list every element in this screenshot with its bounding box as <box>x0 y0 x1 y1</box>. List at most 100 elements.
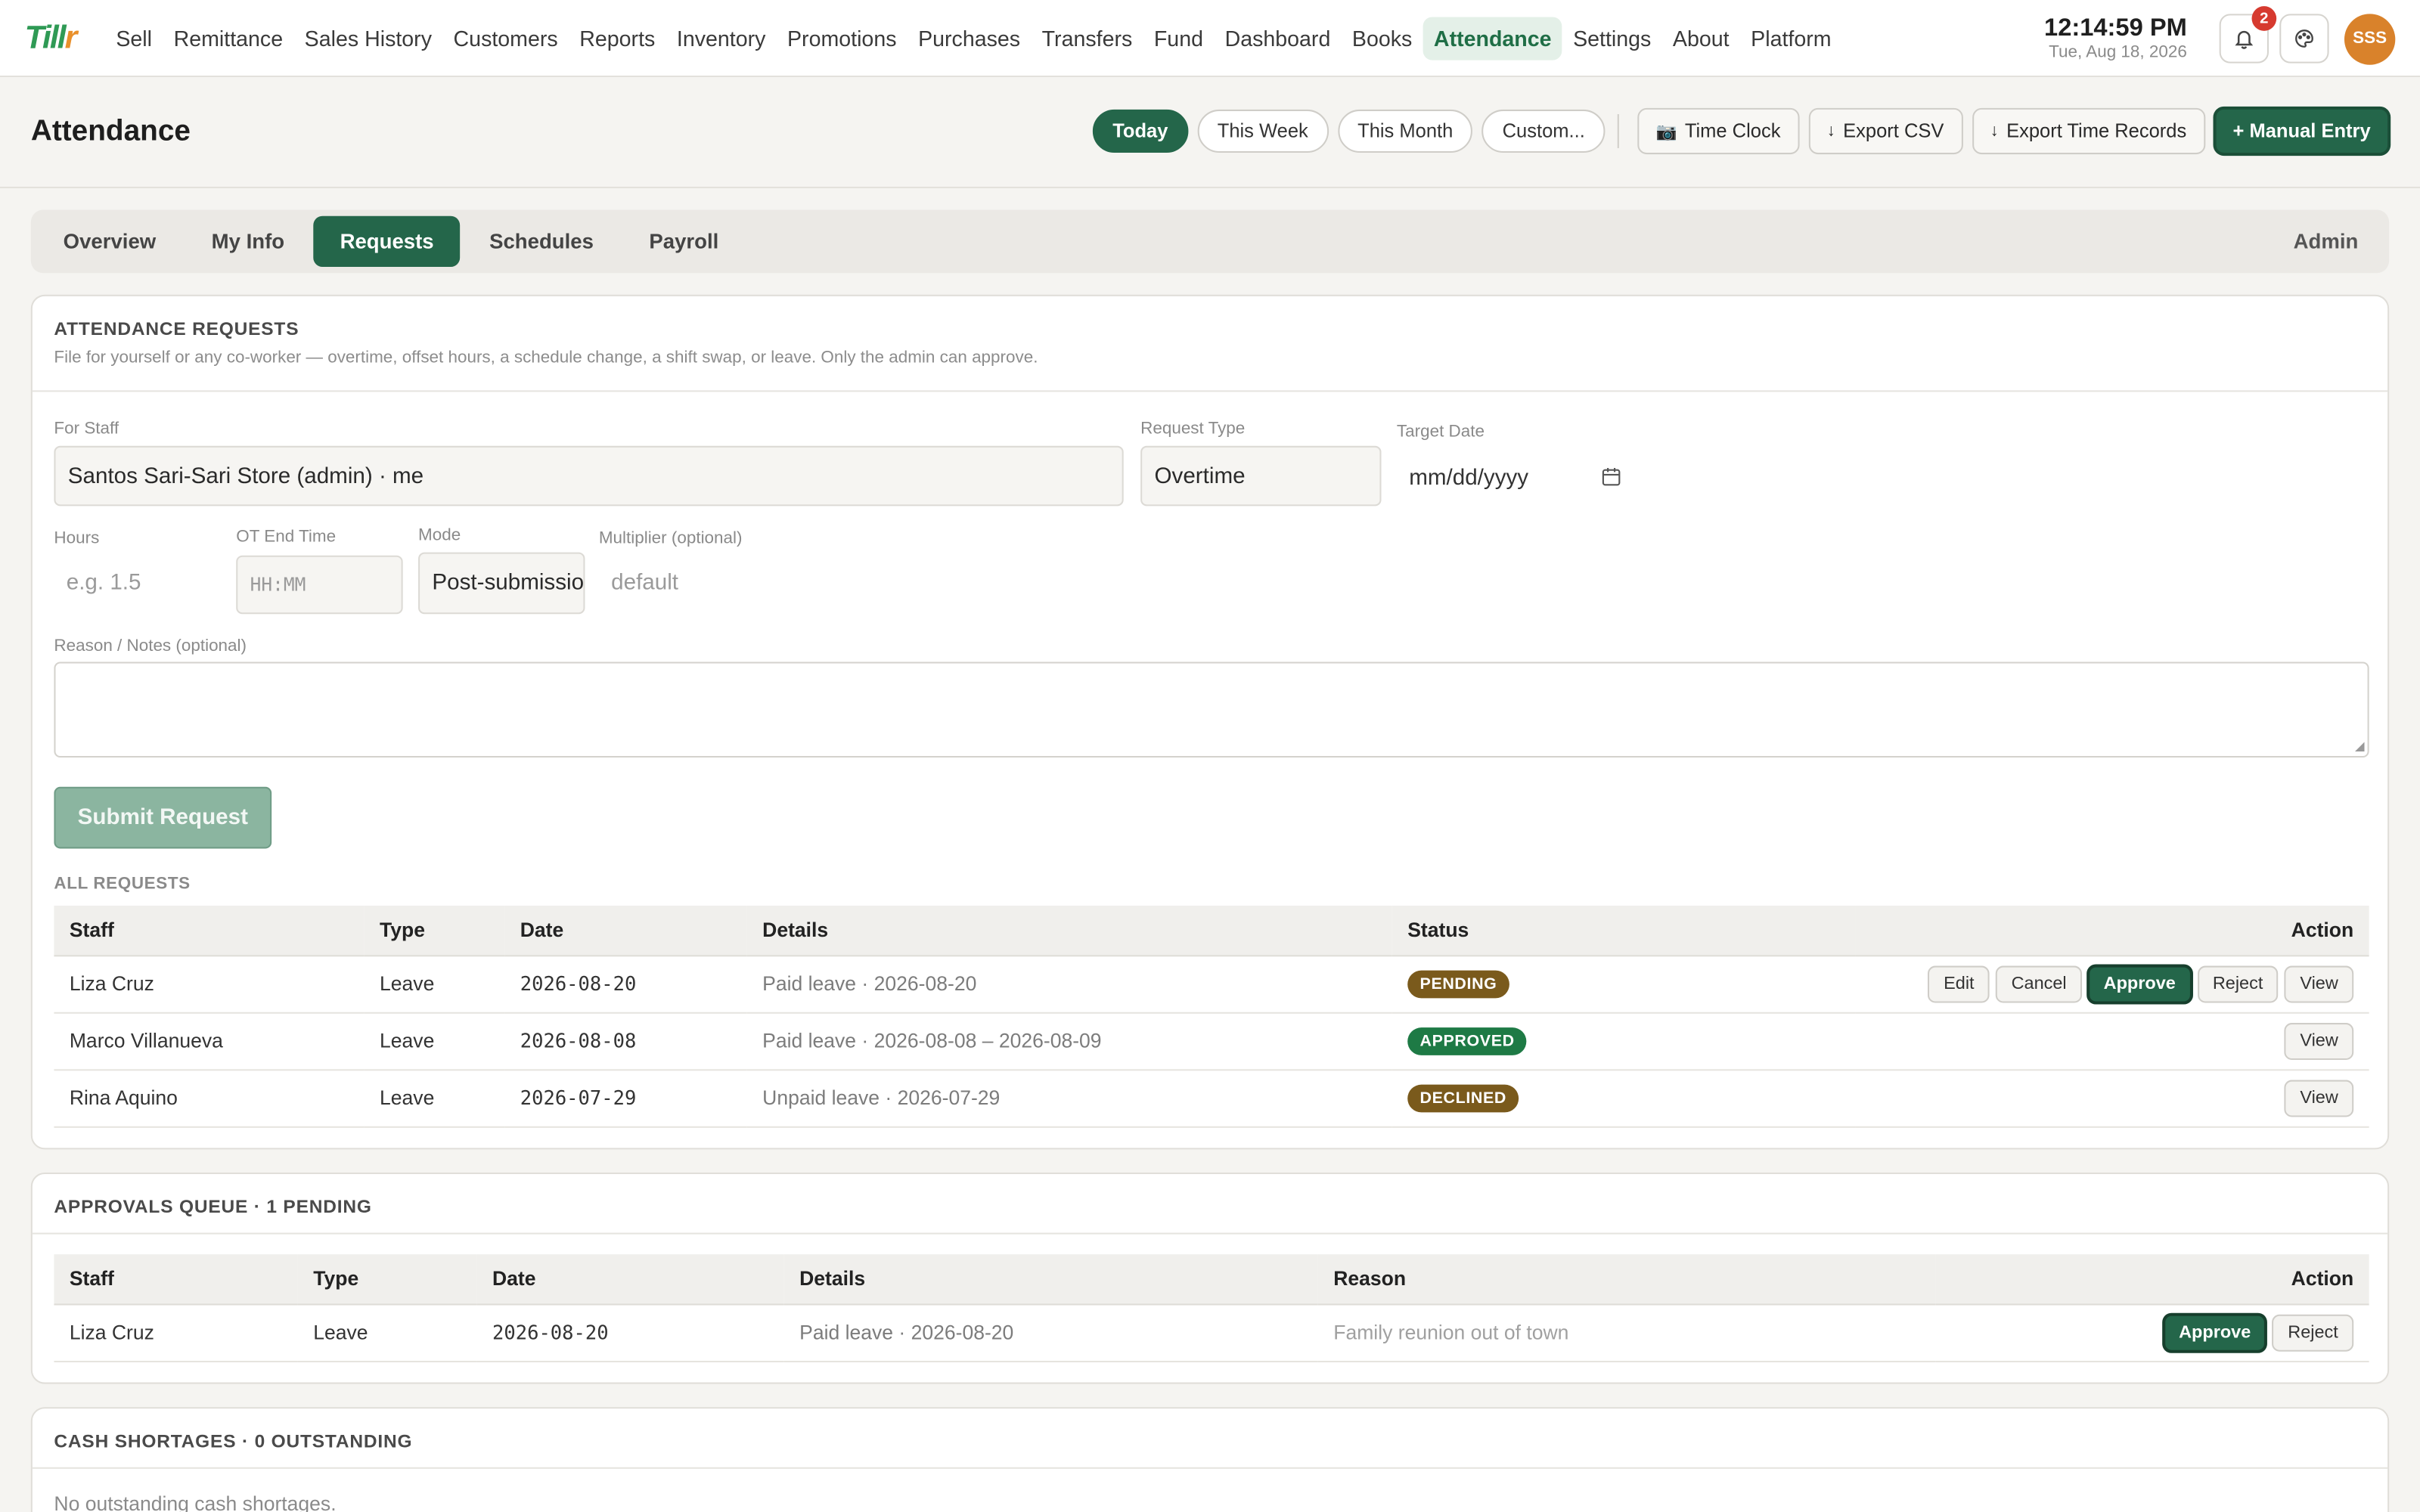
time-clock-button[interactable]: 📷 Time Clock <box>1637 107 1799 155</box>
range-custom[interactable]: Custom... <box>1482 109 1606 153</box>
table-row: Liza Cruz Leave 2026-08-20 Paid leave · … <box>54 1303 2369 1362</box>
nav-item-books[interactable]: Books <box>1342 16 1423 59</box>
notifications-button[interactable]: 2 <box>2219 6 2277 64</box>
approvals-queue-card: APPROVALS QUEUE · 1 PENDING Staff Type D… <box>30 1173 2390 1384</box>
column-header-date: Date <box>476 1254 784 1305</box>
approve-button[interactable]: Approve <box>2088 965 2192 1002</box>
cell-details: Paid leave · 2026-08-20 <box>783 1303 1318 1362</box>
for-staff-select[interactable]: Santos Sari-Sari Store (admin) · me <box>54 445 1124 507</box>
for-staff-label: For Staff <box>54 420 119 438</box>
attendance-tabs: Overview My Info Requests Schedules Payr… <box>30 209 2390 274</box>
card-subtitle: File for yourself or any co-worker — ove… <box>54 349 1038 367</box>
column-header-type: Type <box>364 905 505 956</box>
tab-overview[interactable]: Overview <box>37 216 182 267</box>
tab-requests[interactable]: Requests <box>313 215 461 268</box>
reject-button[interactable]: Reject <box>2197 965 2279 1002</box>
clock-date: Tue, Aug 18, 2026 <box>2049 42 2187 61</box>
time-clock-label: Time Clock <box>1684 120 1781 142</box>
table-row: Marco Villanueva Leave 2026-08-08 Paid l… <box>54 1012 2369 1070</box>
range-today[interactable]: Today <box>1092 109 1188 153</box>
target-date-label: Target Date <box>1396 423 1485 442</box>
cancel-button[interactable]: Cancel <box>1996 965 2083 1002</box>
multiplier-input[interactable]: default <box>599 554 768 613</box>
nav-item-settings[interactable]: Settings <box>1562 16 1662 59</box>
nav-item-about[interactable]: About <box>1662 16 1740 59</box>
table-header-row: Staff Type Date Details Status Action <box>54 905 2369 956</box>
nav-item-dashboard[interactable]: Dashboard <box>1214 16 1341 59</box>
view-button[interactable]: View <box>2284 1022 2354 1060</box>
view-button[interactable]: View <box>2284 965 2354 1002</box>
export-csv-button[interactable]: ↓ Export CSV <box>1808 107 1962 155</box>
approve-button[interactable]: Approve <box>2163 1313 2266 1351</box>
manual-entry-button[interactable]: + Manual Entry <box>2214 107 2390 155</box>
app-logo[interactable]: Till r <box>25 20 78 57</box>
user-avatar[interactable]: SSS <box>2344 13 2396 64</box>
app-root: Till r Sell Remittance Sales History Custome… <box>0 0 2420 1512</box>
nav-item-purchases[interactable]: Purchases <box>908 16 1032 59</box>
request-type-label: Request Type <box>1140 420 1246 438</box>
tab-schedules[interactable]: Schedules <box>463 216 619 267</box>
table-header-row: Staff Type Date Details Reason Action <box>54 1254 2369 1305</box>
cell-type: Leave <box>364 1012 505 1070</box>
cell-date: 2026-07-29 <box>504 1069 747 1127</box>
column-header-reason: Reason <box>1317 1254 1936 1305</box>
nav-item-remittance[interactable]: Remittance <box>163 16 293 59</box>
nav-item-inventory[interactable]: Inventory <box>666 16 777 59</box>
page-title: Attendance <box>30 115 191 147</box>
nav-item-transfers[interactable]: Transfers <box>1031 16 1143 59</box>
view-button[interactable]: View <box>2284 1079 2354 1117</box>
nav-item-promotions[interactable]: Promotions <box>777 16 908 59</box>
edit-button[interactable]: Edit <box>1928 965 1990 1002</box>
cell-staff: Marco Villanueva <box>54 1012 365 1070</box>
palette-icon <box>2295 29 2313 48</box>
cell-reason: Family reunion out of town <box>1317 1303 1936 1362</box>
column-header-details: Details <box>746 905 1392 956</box>
hours-input[interactable]: e.g. 1.5 <box>54 554 220 613</box>
cell-staff: Liza Cruz <box>54 955 365 1013</box>
divider <box>32 390 2388 392</box>
tab-my-info[interactable]: My Info <box>185 216 311 267</box>
top-navbar: Till r Sell Remittance Sales History Custome… <box>0 0 2420 78</box>
card-title: CASH SHORTAGES · 0 OUTSTANDING <box>54 1430 413 1452</box>
ot-end-time-input[interactable]: HH:MM <box>236 555 403 615</box>
cash-shortages-card: CASH SHORTAGES · 0 OUTSTANDING No outsta… <box>30 1407 2390 1512</box>
nav-item-attendance[interactable]: Attendance <box>1423 16 1562 60</box>
bell-icon <box>2235 30 2254 49</box>
column-header-staff: Staff <box>54 1254 298 1305</box>
resize-grip-icon[interactable]: ◢ <box>2355 739 2365 753</box>
topbar-right: 12:14:59 PM Tue, Aug 18, 2026 2 SSS <box>2044 0 2396 77</box>
reason-textarea[interactable]: ◢ <box>54 662 2369 758</box>
role-label: Admin <box>2293 230 2359 253</box>
request-type-select[interactable]: Overtime <box>1140 445 1382 507</box>
mode-label: Mode <box>418 525 461 545</box>
download-arrow-icon: ↓ <box>1990 122 1999 141</box>
range-this-month[interactable]: This Month <box>1337 109 1473 153</box>
submit-request-button[interactable]: Submit Request <box>54 786 272 849</box>
clock: 12:14:59 PM Tue, Aug 18, 2026 <box>2044 14 2187 62</box>
column-header-action: Action <box>1935 1254 2369 1305</box>
column-header-date: Date <box>504 905 747 956</box>
mode-select[interactable]: Post-submission <box>418 552 585 615</box>
nav-item-sales-history[interactable]: Sales History <box>293 16 442 59</box>
nav-item-sell[interactable]: Sell <box>105 16 163 59</box>
cell-status: APPROVED <box>1392 1012 1856 1070</box>
approvals-table: Staff Type Date Details Reason Action Li… <box>54 1254 2369 1362</box>
header-separator <box>1617 114 1619 148</box>
nav-item-fund[interactable]: Fund <box>1143 16 1215 59</box>
ot-end-time-label: OT End Time <box>236 527 337 547</box>
tab-payroll[interactable]: Payroll <box>623 216 745 267</box>
export-time-records-button[interactable]: ↓ Export Time Records <box>1972 107 2205 155</box>
cell-staff: Rina Aquino <box>54 1069 365 1127</box>
calendar-icon[interactable] <box>1600 466 1622 488</box>
reason-label: Reason / Notes (optional) <box>54 637 247 656</box>
theme-button[interactable] <box>2279 14 2329 64</box>
target-date-input[interactable]: mm/dd/yyyy <box>1397 448 1644 508</box>
status-badge: APPROVED <box>1407 1027 1528 1055</box>
nav-item-customers[interactable]: Customers <box>442 16 569 59</box>
reject-button[interactable]: Reject <box>2272 1313 2354 1351</box>
nav-item-platform[interactable]: Platform <box>1740 16 1842 59</box>
nav-item-reports[interactable]: Reports <box>569 16 666 59</box>
cell-actions: View <box>1855 1012 2369 1070</box>
range-this-week[interactable]: This Week <box>1197 109 1329 153</box>
cell-type: Leave <box>364 955 505 1013</box>
